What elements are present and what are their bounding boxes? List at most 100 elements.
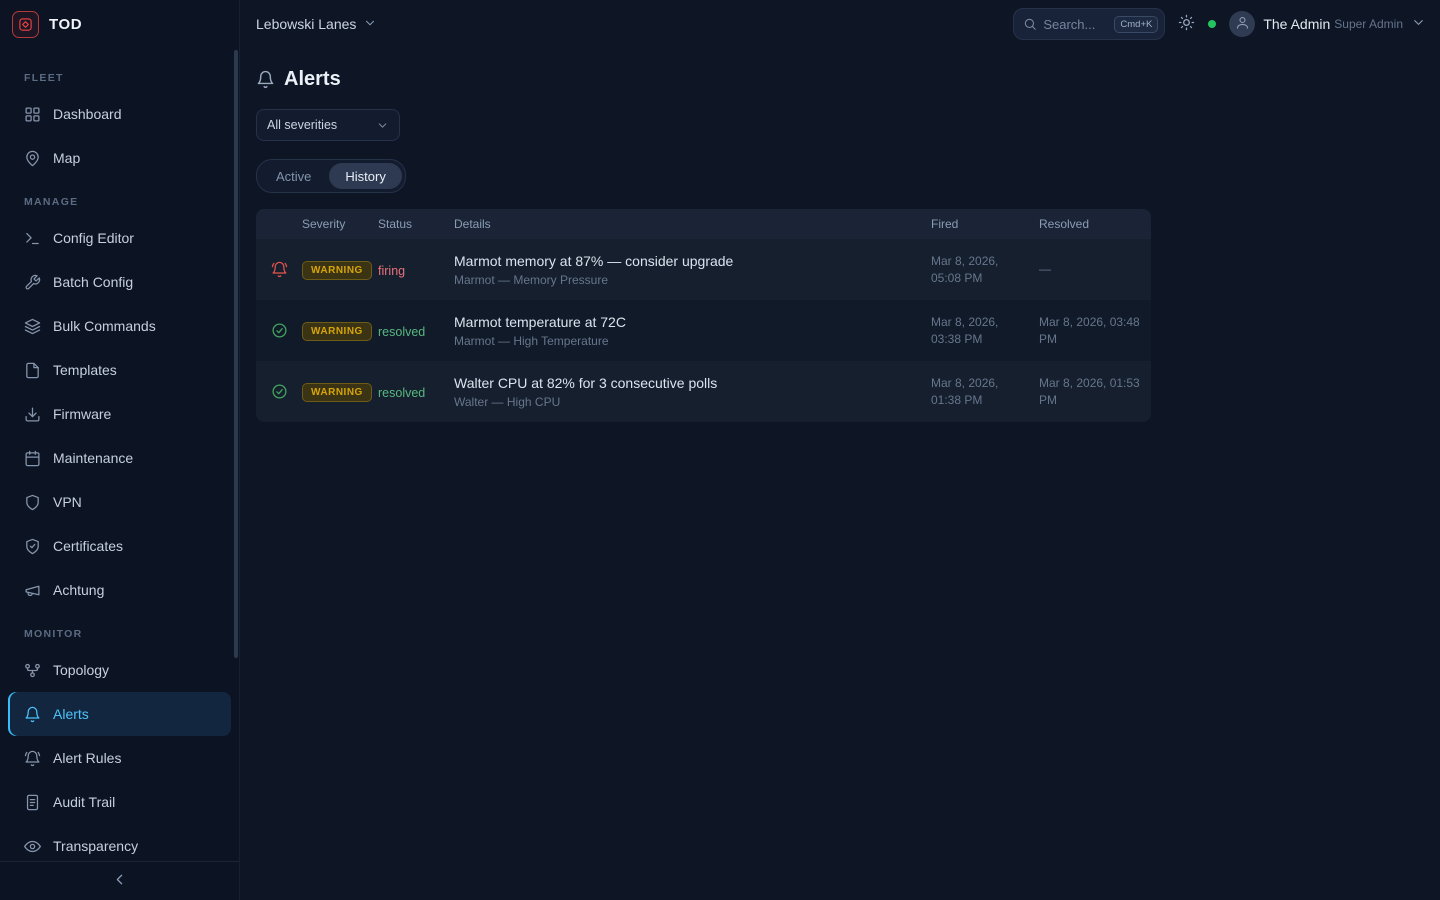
check-circle-icon xyxy=(271,383,288,400)
sidebar-item-label: Maintenance xyxy=(53,450,133,466)
brand-logo-icon xyxy=(12,11,39,38)
sidebar-item-bulk-commands[interactable]: Bulk Commands xyxy=(8,304,231,348)
sidebar-section-label: MANAGE xyxy=(0,180,239,216)
bell-ring-icon xyxy=(24,750,41,767)
sidebar-item-templates[interactable]: Templates xyxy=(8,348,231,392)
table-body: WARNING firing Marmot memory at 87% — co… xyxy=(256,239,1151,422)
chevron-down-icon xyxy=(376,119,389,132)
alert-title: Walter CPU at 82% for 3 consecutive poll… xyxy=(454,375,921,391)
avatar xyxy=(1229,11,1255,37)
chevron-down-icon xyxy=(363,16,377,33)
calendar-icon xyxy=(24,450,41,467)
page-title: Alerts xyxy=(284,68,341,91)
sidebar-item-label: Certificates xyxy=(53,538,123,554)
user-menu[interactable]: The Admin Super Admin xyxy=(1229,11,1426,37)
sidebar-item-transparency[interactable]: Transparency xyxy=(8,824,231,861)
table-row[interactable]: WARNING resolved Marmot temperature at 7… xyxy=(256,300,1151,361)
check-circle-icon xyxy=(271,322,288,339)
severity-filter-value: All severities xyxy=(267,118,337,132)
megaphone-icon xyxy=(24,582,41,599)
brand[interactable]: TOD xyxy=(0,0,239,48)
user-icon xyxy=(1235,15,1250,33)
table-row[interactable]: WARNING firing Marmot memory at 87% — co… xyxy=(256,239,1151,300)
sidebar-item-label: Batch Config xyxy=(53,274,133,290)
severity-badge: WARNING xyxy=(302,261,372,280)
status-text: firing xyxy=(378,264,405,278)
table-row[interactable]: WARNING resolved Walter CPU at 82% for 3… xyxy=(256,361,1151,422)
alert-subtitle: Walter — High CPU xyxy=(454,395,921,409)
sidebar-item-label: Alert Rules xyxy=(53,750,121,766)
sidebar-item-label: Config Editor xyxy=(53,230,134,246)
severity-filter-select[interactable]: All severities xyxy=(256,109,400,141)
terminal-icon xyxy=(24,230,41,247)
search-box[interactable]: Cmd+K xyxy=(1013,8,1165,40)
sidebar-item-label: Topology xyxy=(53,662,109,678)
sidebar-section: MONITOR Topology Alerts Alert Rules Audi… xyxy=(0,612,239,861)
org-selector[interactable]: Lebowski Lanes xyxy=(256,16,377,33)
filter-row: All severities xyxy=(256,109,1424,141)
sidebar-item-label: Map xyxy=(53,150,80,166)
sidebar-section-items: Topology Alerts Alert Rules Audit Trail … xyxy=(0,648,239,861)
org-name: Lebowski Lanes xyxy=(256,16,356,32)
sidebar-section-label: MONITOR xyxy=(0,612,239,648)
header-resolved: Resolved xyxy=(1039,217,1151,231)
sidebar-item-label: Templates xyxy=(53,362,117,378)
tab-active[interactable]: Active xyxy=(260,163,327,189)
search-icon xyxy=(1023,17,1037,31)
sidebar-item-label: Bulk Commands xyxy=(53,318,156,334)
sidebar-footer xyxy=(0,861,239,900)
online-status-dot xyxy=(1208,20,1216,28)
sidebar-item-firmware[interactable]: Firmware xyxy=(8,392,231,436)
alerts-tabs: ActiveHistory xyxy=(256,159,406,193)
sidebar-item-alerts[interactable]: Alerts xyxy=(8,692,231,736)
brand-name: TOD xyxy=(49,16,82,33)
alerts-table: Severity Status Details Fired Resolved W… xyxy=(256,209,1151,422)
shield-icon xyxy=(24,494,41,511)
alert-subtitle: Marmot — Memory Pressure xyxy=(454,273,921,287)
alert-subtitle: Marmot — High Temperature xyxy=(454,334,921,348)
chevron-left-icon xyxy=(111,871,128,891)
sidebar-item-map[interactable]: Map xyxy=(8,136,231,180)
sidebar-collapse-button[interactable] xyxy=(111,871,128,891)
shield-check-icon xyxy=(24,538,41,555)
status-text: resolved xyxy=(378,325,425,339)
user-name: The Admin xyxy=(1263,16,1330,32)
sidebar-item-label: Audit Trail xyxy=(53,794,115,810)
table-header-row: Severity Status Details Fired Resolved xyxy=(256,209,1151,239)
eye-icon xyxy=(24,838,41,855)
main-area: Lebowski Lanes Cmd+K The Admin xyxy=(240,0,1440,900)
sidebar-item-maintenance[interactable]: Maintenance xyxy=(8,436,231,480)
sidebar-item-label: VPN xyxy=(53,494,82,510)
alerts-page: Alerts All severities ActiveHistory Seve… xyxy=(240,48,1440,442)
sidebar-item-config-editor[interactable]: Config Editor xyxy=(8,216,231,260)
severity-badge: WARNING xyxy=(302,322,372,341)
user-role: Super Admin xyxy=(1334,17,1403,31)
sidebar-item-alert-rules[interactable]: Alert Rules xyxy=(8,736,231,780)
bell-icon xyxy=(24,706,41,723)
theme-toggle-button[interactable] xyxy=(1178,14,1195,34)
sidebar-item-audit-trail[interactable]: Audit Trail xyxy=(8,780,231,824)
sidebar-item-batch-config[interactable]: Batch Config xyxy=(8,260,231,304)
sidebar-item-dashboard[interactable]: Dashboard xyxy=(8,92,231,136)
sidebar-item-achtung[interactable]: Achtung xyxy=(8,568,231,612)
fired-time: Mar 8, 2026, 05:08 PM xyxy=(931,253,1039,285)
sidebar-item-label: Dashboard xyxy=(53,106,122,122)
fired-time: Mar 8, 2026, 01:38 PM xyxy=(931,375,1039,407)
sidebar-scrollbar[interactable] xyxy=(234,50,238,658)
sidebar-item-certificates[interactable]: Certificates xyxy=(8,524,231,568)
tab-history[interactable]: History xyxy=(329,163,401,189)
topbar-right: Cmd+K The Admin Super Admin xyxy=(1013,8,1426,40)
sidebar-item-vpn[interactable]: VPN xyxy=(8,480,231,524)
resolved-time: — xyxy=(1039,261,1151,277)
fired-time: Mar 8, 2026, 03:38 PM xyxy=(931,314,1039,346)
chevron-down-icon xyxy=(1411,15,1426,33)
alert-title: Marmot temperature at 72C xyxy=(454,314,921,330)
bell-ring-icon xyxy=(271,261,288,278)
grid-icon xyxy=(24,106,41,123)
download-icon xyxy=(24,406,41,423)
sidebar-item-topology[interactable]: Topology xyxy=(8,648,231,692)
sidebar-section-items: Dashboard Map xyxy=(0,92,239,180)
sidebar-section-label: FLEET xyxy=(0,56,239,92)
search-input[interactable] xyxy=(1043,17,1108,32)
layers-icon xyxy=(24,318,41,335)
